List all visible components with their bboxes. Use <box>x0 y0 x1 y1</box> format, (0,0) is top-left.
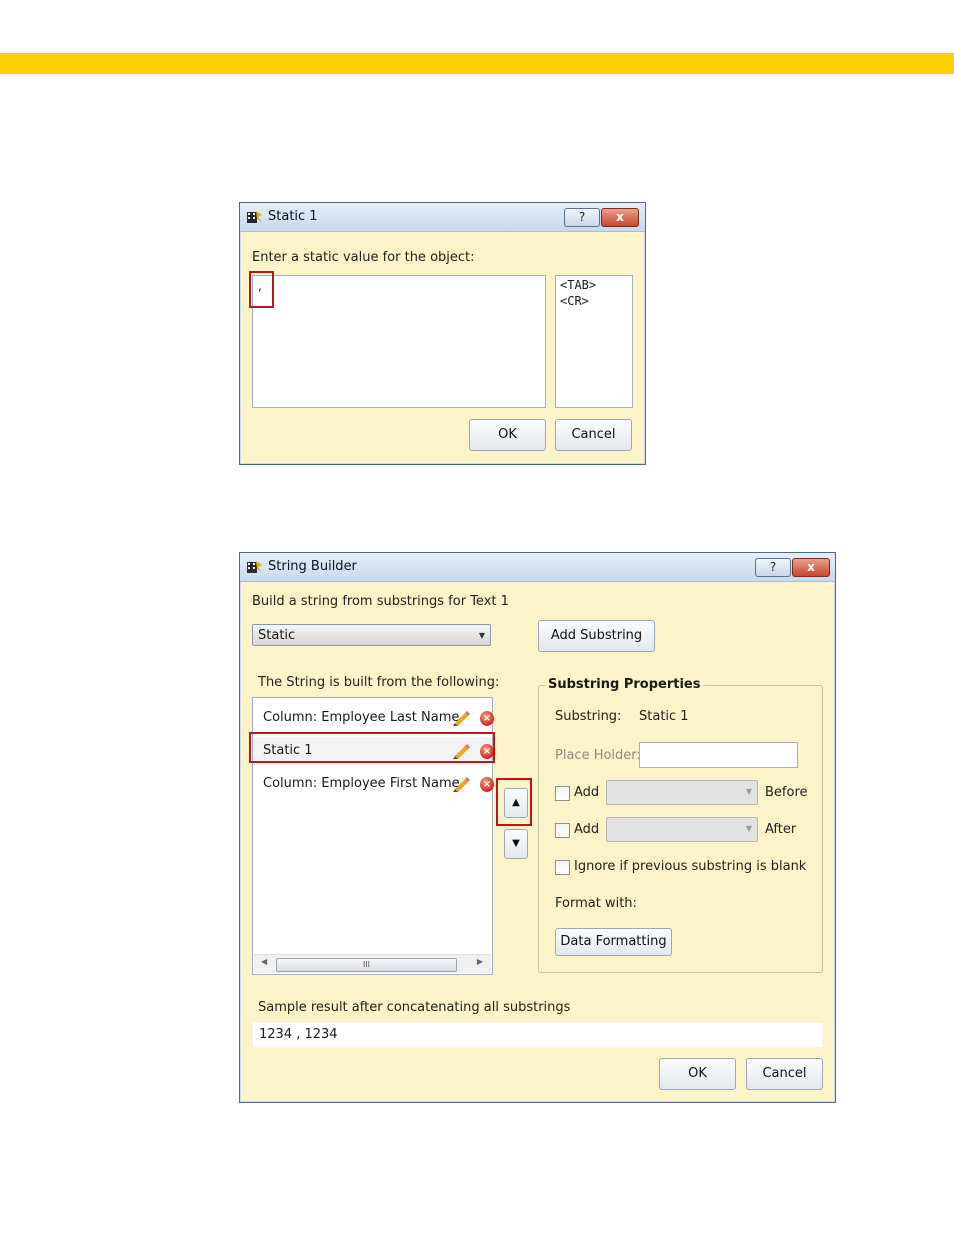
before-label: Before <box>765 785 808 800</box>
help-button[interactable]: ? <box>755 558 791 577</box>
after-select[interactable]: ▼ <box>606 817 758 842</box>
substring-type-value: Static <box>258 628 296 643</box>
delete-icon[interactable]: × <box>480 777 494 792</box>
close-button[interactable]: x <box>792 558 830 577</box>
list-heading: The String is built from the following: <box>258 675 500 690</box>
add-after-label: Add <box>574 822 600 837</box>
after-label: After <box>765 822 797 837</box>
selected-item-highlight <box>249 732 495 763</box>
static-dialog: Static 1 ? x Enter a static value for th… <box>239 202 646 465</box>
before-select[interactable]: ▼ <box>606 780 758 805</box>
ok-button[interactable]: OK <box>659 1058 736 1090</box>
delete-icon[interactable]: × <box>480 711 494 726</box>
value-highlight-box <box>249 271 274 308</box>
format-label: Format with: <box>555 896 637 911</box>
list-item-label: Column: Employee First Name <box>263 776 460 791</box>
pencil-icon[interactable] <box>452 776 470 792</box>
sample-result-field[interactable]: 1234 , 1234 <box>252 1022 823 1048</box>
scroll-thumb[interactable]: III <box>276 958 457 972</box>
list-item[interactable]: Column: Employee First Name × <box>253 770 494 798</box>
list-item-label: Column: Employee Last Name <box>263 710 460 725</box>
placeholder-input[interactable] <box>639 742 798 768</box>
chevron-down-icon: ▼ <box>745 787 752 796</box>
app-icon <box>247 561 262 573</box>
substring-properties-group: Substring Properties Substring: Static 1… <box>538 677 823 973</box>
data-formatting-button[interactable]: Data Formatting <box>555 928 672 956</box>
dialog-title: Static 1 <box>268 209 318 224</box>
yellow-banner <box>0 53 954 74</box>
horizontal-scrollbar[interactable]: ◀ III ▶ <box>254 954 491 973</box>
pencil-icon[interactable] <box>452 710 470 726</box>
scroll-left-icon[interactable]: ◀ <box>261 957 267 966</box>
sample-result-value: 1234 , 1234 <box>259 1027 338 1042</box>
builder-titlebar[interactable]: String Builder ? x <box>240 553 835 582</box>
scroll-right-icon[interactable]: ▶ <box>477 957 483 966</box>
list-item[interactable]: Column: Employee Last Name × <box>253 704 494 732</box>
chevron-down-icon: ▼ <box>745 824 752 833</box>
chevron-down-icon: ▼ <box>478 631 485 640</box>
special-chars-list[interactable]: <TAB> <CR> <box>555 275 633 408</box>
arrow-down-icon: ▼ <box>512 838 520 849</box>
ignore-blank-checkbox[interactable] <box>555 860 570 875</box>
ignore-blank-label: Ignore if previous substring is blank <box>574 859 807 874</box>
move-down-button[interactable]: ▼ <box>504 829 528 859</box>
static-prompt: Enter a static value for the object: <box>252 250 475 265</box>
special-char-tab[interactable]: <TAB> <box>560 278 596 292</box>
static-dialog-titlebar[interactable]: Static 1 ? x <box>240 203 645 232</box>
add-before-checkbox[interactable] <box>555 786 570 801</box>
cancel-button[interactable]: Cancel <box>555 419 632 451</box>
app-icon <box>247 211 262 223</box>
placeholder-label: Place Holder: <box>555 748 641 763</box>
move-up-highlight <box>496 778 532 826</box>
add-after-checkbox[interactable] <box>555 823 570 838</box>
string-builder-dialog: String Builder ? x Build a string from s… <box>239 552 836 1103</box>
dialog-title: String Builder <box>268 559 357 574</box>
ok-button[interactable]: OK <box>469 419 546 451</box>
static-value-textarea[interactable]: , <box>252 275 546 408</box>
substring-type-select[interactable]: Static ▼ <box>252 624 491 646</box>
cancel-button[interactable]: Cancel <box>746 1058 823 1090</box>
add-substring-button[interactable]: Add Substring <box>538 620 655 652</box>
substring-label: Substring: <box>555 709 622 724</box>
special-char-cr[interactable]: <CR> <box>560 294 589 308</box>
help-button[interactable]: ? <box>564 208 600 227</box>
sample-label: Sample result after concatenating all su… <box>258 1000 571 1015</box>
builder-heading: Build a string from substrings for Text … <box>252 594 509 609</box>
group-title: Substring Properties <box>545 677 704 692</box>
close-button[interactable]: x <box>601 208 639 227</box>
substring-value: Static 1 <box>639 709 689 724</box>
add-before-label: Add <box>574 785 600 800</box>
